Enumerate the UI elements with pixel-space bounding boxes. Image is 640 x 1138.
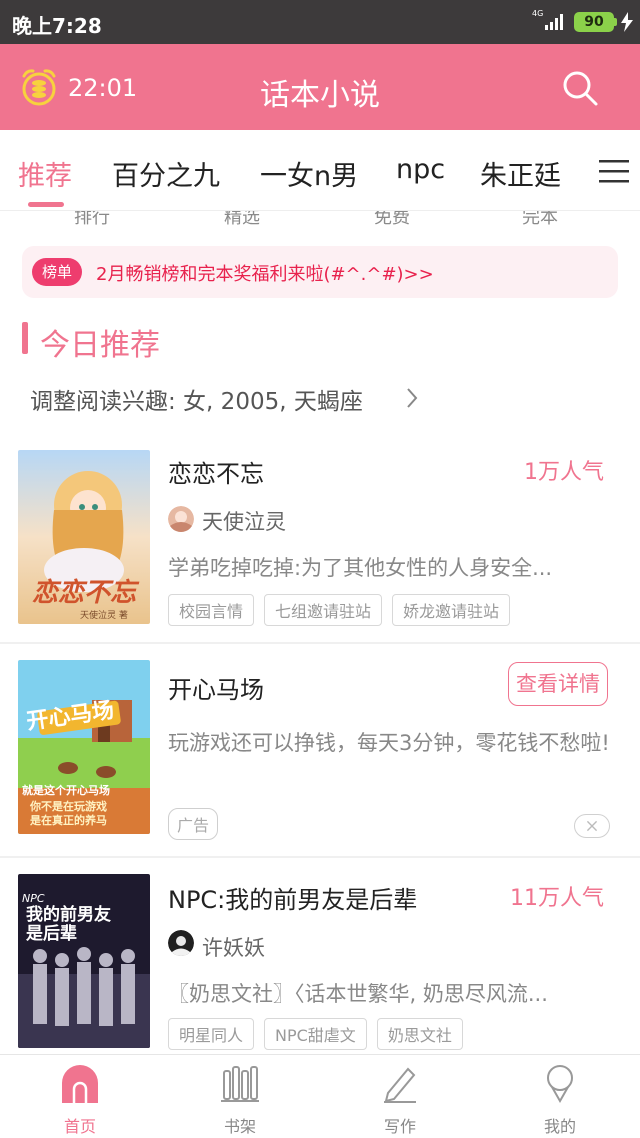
nav-home[interactable]: 首页 xyxy=(20,1063,140,1137)
nav-label: 写作 xyxy=(383,1117,416,1136)
section-marker xyxy=(22,322,28,354)
book-title[interactable]: 恋恋不忘 xyxy=(168,454,264,489)
tag[interactable]: 七组邀请驻站 xyxy=(264,594,383,626)
category-featured[interactable]: 精选 xyxy=(224,211,260,229)
tab-yinvnnan[interactable]: 一女n男 xyxy=(260,154,358,193)
category-ranking[interactable]: 排行 xyxy=(74,211,110,229)
cover-title: 我的前男友是后辈 xyxy=(26,905,111,944)
cover-author: 天使泣灵 著 xyxy=(80,611,128,621)
network-type: 4G xyxy=(532,9,544,18)
tag-list: 明星同人 NPC甜虐文 奶思文社 xyxy=(168,1018,463,1050)
pen-icon xyxy=(384,1067,416,1103)
home-icon xyxy=(62,1065,98,1103)
search-icon[interactable] xyxy=(560,68,600,108)
book-description: 学弟吃掉吃掉:为了其他女性的人身安全... xyxy=(168,556,553,580)
battery-icon: 90 xyxy=(574,12,614,32)
status-time: 晚上7:28 xyxy=(12,14,102,38)
ad-title[interactable]: 开心马场 xyxy=(168,670,264,705)
book-title[interactable]: NPC:我的前男友是后辈 xyxy=(168,880,417,915)
view-details-button[interactable]: 查看详情 xyxy=(508,662,608,706)
author-avatar xyxy=(168,930,194,956)
battery-level: 90 xyxy=(584,14,604,30)
book-item[interactable]: 恋恋不忘 天使泣灵 著 恋恋不忘 1万人气 天使泣灵 学弟吃掉吃掉:为了其他女性… xyxy=(0,444,640,642)
section-title: 今日推荐 xyxy=(40,328,160,363)
nav-bookshelf[interactable]: 书架 xyxy=(180,1063,300,1137)
author-avatar xyxy=(168,506,194,532)
tag[interactable]: NPC甜虐文 xyxy=(264,1018,367,1050)
battery-tip xyxy=(614,18,617,26)
tab-baifenzhijiu[interactable]: 百分之九 xyxy=(112,154,220,193)
app-title: 话本小说 xyxy=(260,78,380,113)
tab-zhuzhengting[interactable]: 朱正廷 xyxy=(480,154,561,193)
active-tab-indicator xyxy=(28,202,64,207)
category-completed[interactable]: 完本 xyxy=(522,211,558,229)
nav-label: 书架 xyxy=(223,1117,256,1136)
author-name: 天使泣灵 xyxy=(202,510,286,534)
nav-label: 首页 xyxy=(63,1117,96,1136)
reading-interest-link[interactable]: 调整阅读兴趣: 女, 2005, 天蝎座 xyxy=(30,382,363,416)
nav-profile[interactable]: 我的 xyxy=(500,1063,620,1137)
cover-label: NPC xyxy=(22,892,45,905)
bookshelf-icon xyxy=(221,1066,259,1102)
ad-label: 广告 xyxy=(168,808,219,840)
category-free[interactable]: 免费 xyxy=(374,211,410,229)
tab-npc[interactable]: npc xyxy=(396,154,445,185)
ad-cover-line: 是在真正的养马 xyxy=(30,814,107,827)
category-row: 排行 精选 免费 完本 xyxy=(0,210,640,230)
tag[interactable]: 奶思文社 xyxy=(376,1018,463,1050)
nav-label: 我的 xyxy=(543,1117,576,1136)
ad-cover-line: 就是这个开心马场 xyxy=(22,784,110,797)
tag[interactable]: 校园言情 xyxy=(168,594,255,626)
ad-description: 玩游戏还可以挣钱，每天3分钟，零花钱不愁啦! xyxy=(168,731,610,755)
tag[interactable]: 娇龙邀请驻站 xyxy=(392,594,511,626)
charging-icon xyxy=(621,12,633,32)
signal-icon xyxy=(545,14,563,30)
app-header: 22:01 话本小说 xyxy=(0,44,640,130)
book-item[interactable]: NPC 我的前男友是后辈 NPC:我的前男友是后辈 11万人气 许妖妖 〖奶思文… xyxy=(0,858,640,1054)
category-tabs: 推荐 百分之九 一女n男 npc 朱正廷 xyxy=(0,130,640,210)
profile-icon xyxy=(547,1065,573,1103)
nav-write[interactable]: 写作 xyxy=(340,1063,460,1137)
status-bar: 晚上7:28 4G 90 xyxy=(0,0,640,44)
tag[interactable]: 明星同人 xyxy=(168,1018,255,1050)
chevron-right-icon xyxy=(407,388,418,408)
author-name: 许妖妖 xyxy=(202,936,265,960)
bottom-navigation: 首页 书架 写作 我的 xyxy=(0,1054,640,1138)
ad-item[interactable]: 开心马场 就是这个开心马场 你不是在玩游戏 是在真正的养马 开心马场 查看详情 … xyxy=(0,644,640,856)
tag-list: 校园言情 七组邀请驻站 娇龙邀请驻站 xyxy=(168,594,511,626)
notice-badge: 榜单 xyxy=(32,258,83,286)
notice-text: 2月畅销榜和完本奖福利来啦(#^.^#)>> xyxy=(96,264,434,285)
ranking-notice[interactable]: 榜单 2月畅销榜和完本奖福利来啦(#^.^#)>> xyxy=(22,246,618,298)
book-description: 〖奶思文社〗〈话本世繁华, 奶思尽风流... xyxy=(168,982,548,1006)
menu-icon[interactable] xyxy=(599,158,629,184)
close-icon[interactable] xyxy=(574,814,610,838)
tab-recommend[interactable]: 推荐 xyxy=(18,154,72,193)
popularity-count: 1万人气 xyxy=(524,460,604,485)
cover-title: 恋恋不忘 xyxy=(31,578,136,608)
popularity-count: 11万人气 xyxy=(510,886,604,911)
